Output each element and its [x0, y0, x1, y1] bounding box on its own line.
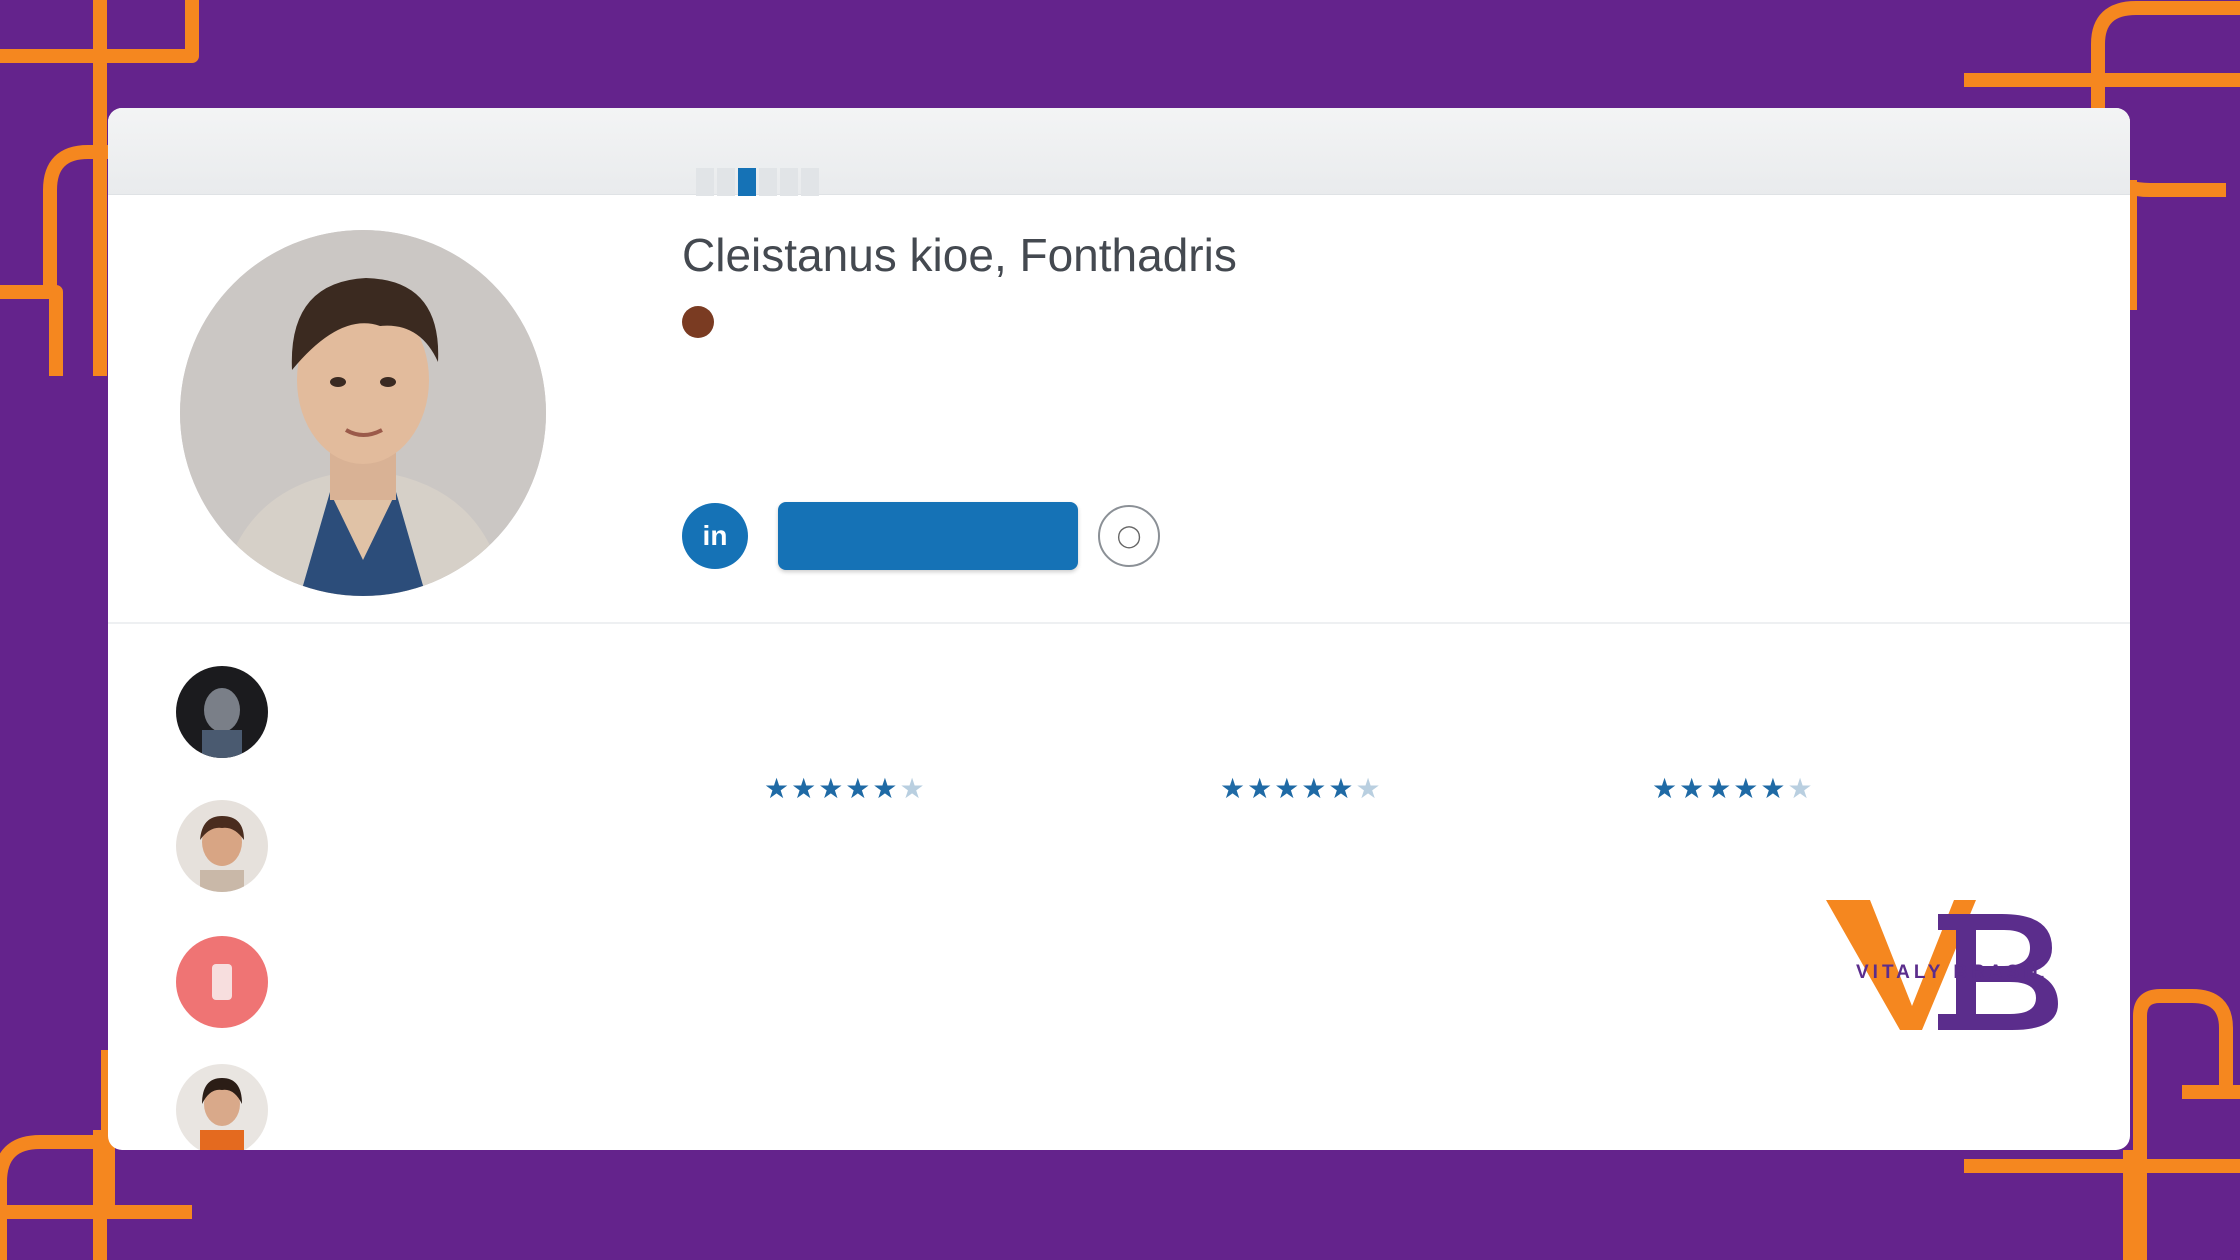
rating-column: ★★★★★★ [1220, 754, 1560, 847]
section-divider [108, 622, 2130, 624]
profile-meta [682, 306, 730, 338]
list-item[interactable] [176, 666, 696, 776]
nav-tabs [696, 168, 822, 196]
rating-column: ★★★★★★ [764, 754, 1104, 847]
primary-action-button[interactable] [778, 502, 1078, 570]
profile-name: Cleistanus kioe, Fonthadris [682, 229, 1237, 281]
linkedin-button[interactable]: in [682, 503, 748, 569]
star-rating: ★★★★★★ [1652, 773, 1815, 804]
chat-icon: ◯ [1116, 523, 1142, 548]
list-item[interactable] [176, 936, 696, 1046]
profile-actions: in ◯ [682, 502, 1160, 570]
tab-6[interactable] [801, 168, 819, 196]
avatar [176, 1064, 268, 1150]
rating-column: ★★★★★★ [1652, 754, 1992, 847]
browser-top-bar [108, 108, 2130, 196]
star-rating: ★★★★★★ [764, 773, 927, 804]
star-rating: ★★★★★★ [1220, 773, 1383, 804]
tab-1[interactable] [696, 168, 714, 196]
list-item[interactable] [176, 800, 696, 910]
location-icon [682, 306, 714, 338]
profile-avatar [180, 230, 546, 596]
tab-active[interactable] [738, 168, 756, 196]
tab-2[interactable] [717, 168, 735, 196]
chat-button[interactable]: ◯ [1098, 505, 1160, 567]
brand-logo: VITALY BRASIL [1826, 890, 2066, 1040]
avatar [176, 666, 268, 758]
brand-text: VITALY BRASIL [1856, 962, 2049, 983]
tab-5[interactable] [780, 168, 798, 196]
tab-4[interactable] [759, 168, 777, 196]
avatar [176, 800, 268, 892]
avatar [176, 936, 268, 1028]
linkedin-icon: in [702, 520, 728, 551]
list-item[interactable] [176, 1064, 696, 1150]
